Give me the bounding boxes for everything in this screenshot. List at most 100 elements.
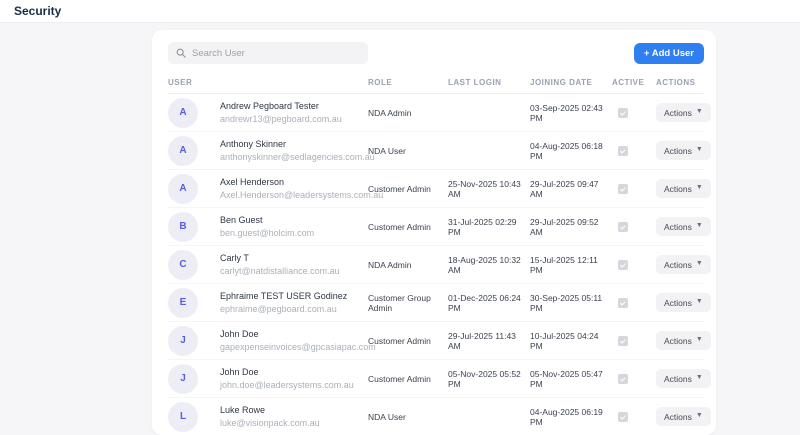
actions-button[interactable]: Actions ▼ [656, 407, 711, 426]
table-row: E Ephraime TEST USER Godinez ephraime@pe… [168, 284, 711, 322]
table-row: C Carly T carlyt@natdistalliance.com.au … [168, 246, 711, 284]
column-header-join: JOINING DATE [530, 78, 593, 87]
role-cell: NDA User [368, 145, 406, 156]
user-email: carlyt@natdistalliance.com.au [220, 266, 340, 276]
actions-button[interactable]: Actions ▼ [656, 293, 711, 312]
user-cell: A Axel Henderson Axel.Henderson@leadersy… [168, 173, 383, 204]
user-email: anthonyskinner@sedlagencies.com.au [220, 152, 375, 162]
avatar: E [168, 287, 198, 318]
role-cell: Customer Admin [368, 373, 431, 384]
role-cell: NDA Admin [368, 259, 412, 270]
actions-button[interactable]: Actions ▼ [656, 369, 711, 388]
role-cell: NDA User [368, 411, 406, 422]
column-header-active: ACTIVE [612, 78, 645, 87]
add-user-button[interactable]: + Add User [633, 42, 704, 64]
avatar: L [168, 401, 198, 432]
active-checkbox[interactable] [618, 146, 628, 157]
joining-date-cell: 30-Sep-2025 05:11 PM [530, 292, 603, 313]
chevron-down-icon: ▼ [695, 374, 703, 381]
last-login-cell: 31-Jul-2025 02:29 PM [448, 216, 517, 237]
role-cell: Customer Admin [368, 335, 431, 346]
avatar: A [168, 97, 198, 128]
actions-button[interactable]: Actions ▼ [656, 103, 711, 122]
active-cell [612, 183, 656, 195]
table-row: A Axel Henderson Axel.Henderson@leadersy… [168, 170, 711, 208]
actions-button[interactable]: Actions ▼ [656, 179, 711, 198]
user-name: Andrew Pegboard Tester [220, 101, 319, 111]
joining-date-cell: 04-Aug-2025 06:19 PM [530, 406, 603, 427]
actions-button[interactable]: Actions ▼ [656, 217, 711, 236]
avatar: J [168, 363, 198, 394]
actions-button[interactable]: Actions ▼ [656, 141, 711, 160]
last-login-cell: 01-Dec-2025 06:24 PM [448, 292, 521, 313]
search-input[interactable] [192, 47, 360, 59]
active-checkbox[interactable] [618, 374, 628, 385]
user-email: gapexpenseinvoices@gpcasiapac.com [220, 342, 376, 352]
user-cell: J John Doe john.doe@leadersystems.com.au [168, 363, 368, 394]
table-row: B Ben Guest ben.guest@holcim.com Custome… [168, 208, 711, 246]
active-checkbox[interactable] [618, 184, 628, 195]
user-cell: L Luke Rowe luke@visionpack.com.au [168, 401, 368, 432]
active-cell [612, 373, 656, 385]
active-cell [612, 335, 656, 347]
avatar: A [168, 173, 198, 204]
user-name: John Doe [220, 367, 259, 377]
active-checkbox[interactable] [618, 412, 628, 423]
active-checkbox[interactable] [618, 108, 628, 119]
chevron-down-icon: ▼ [695, 298, 703, 305]
user-email: ephraime@pegboard.com.au [220, 304, 337, 314]
page-title: Security [14, 4, 62, 18]
active-checkbox[interactable] [618, 222, 628, 233]
user-name: Ephraime TEST USER Godinez [220, 291, 348, 301]
actions-cell: Actions ▼ [656, 293, 711, 312]
active-cell [612, 221, 656, 233]
role-cell: Customer Group Admin [368, 292, 431, 313]
user-cell: E Ephraime TEST USER Godinez ephraime@pe… [168, 287, 368, 318]
active-checkbox[interactable] [618, 260, 628, 271]
active-checkbox[interactable] [618, 336, 628, 347]
active-checkbox[interactable] [618, 298, 628, 309]
joining-date-cell: 04-Aug-2025 06:18 PM [530, 140, 603, 161]
column-header-actions: ACTIONS [656, 78, 696, 87]
chevron-down-icon: ▼ [695, 336, 703, 343]
avatar: B [168, 211, 198, 242]
search-box[interactable] [168, 42, 368, 64]
user-cell: A Andrew Pegboard Tester andrewr13@pegbo… [168, 97, 368, 128]
user-cell: C Carly T carlyt@natdistalliance.com.au [168, 249, 368, 280]
user-name: Axel Henderson [220, 177, 285, 187]
joining-date-cell: 15-Jul-2025 12:11 PM [530, 254, 598, 275]
chevron-down-icon: ▼ [695, 222, 703, 229]
actions-button[interactable]: Actions ▼ [656, 331, 711, 350]
last-login-cell: 25-Nov-2025 10:43 AM [448, 178, 521, 199]
top-bar: Security [0, 0, 800, 23]
card-toolbar: + Add User [168, 42, 704, 64]
user-name: John Doe [220, 329, 259, 339]
actions-button[interactable]: Actions ▼ [656, 255, 711, 274]
avatar: A [168, 135, 198, 166]
joining-date-cell: 05-Nov-2025 05:47 PM [530, 368, 603, 389]
user-email: Axel.Henderson@leadersystems.com.au [220, 190, 384, 200]
role-cell: NDA Admin [368, 107, 412, 118]
user-cell: A Anthony Skinner anthonyskinner@sedlage… [168, 135, 375, 166]
joining-date-cell: 29-Jul-2025 09:47 AM [530, 178, 599, 199]
user-cell: J John Doe gapexpenseinvoices@gpcasiapac… [168, 325, 376, 356]
joining-date-cell: 03-Sep-2025 02:43 PM [530, 102, 603, 123]
active-cell [612, 297, 656, 309]
column-header-last: LAST LOGIN [448, 78, 502, 87]
actions-cell: Actions ▼ [656, 369, 711, 388]
chevron-down-icon: ▼ [695, 184, 703, 191]
column-header-role: ROLE [368, 78, 393, 87]
user-email: ben.guest@holcim.com [220, 228, 315, 238]
table-row: A Anthony Skinner anthonyskinner@sedlage… [168, 132, 711, 170]
table-row: J John Doe gapexpenseinvoices@gpcasiapac… [168, 322, 711, 360]
user-name: Carly T [220, 253, 249, 263]
search-icon [176, 48, 186, 58]
actions-cell: Actions ▼ [656, 407, 711, 426]
table-row: J John Doe john.doe@leadersystems.com.au… [168, 360, 711, 398]
user-email: john.doe@leadersystems.com.au [220, 380, 354, 390]
active-cell [612, 107, 656, 119]
chevron-down-icon: ▼ [695, 146, 703, 153]
actions-cell: Actions ▼ [656, 103, 711, 122]
user-name: Ben Guest [220, 215, 263, 225]
joining-date-cell: 10-Jul-2025 04:24 PM [530, 330, 599, 351]
